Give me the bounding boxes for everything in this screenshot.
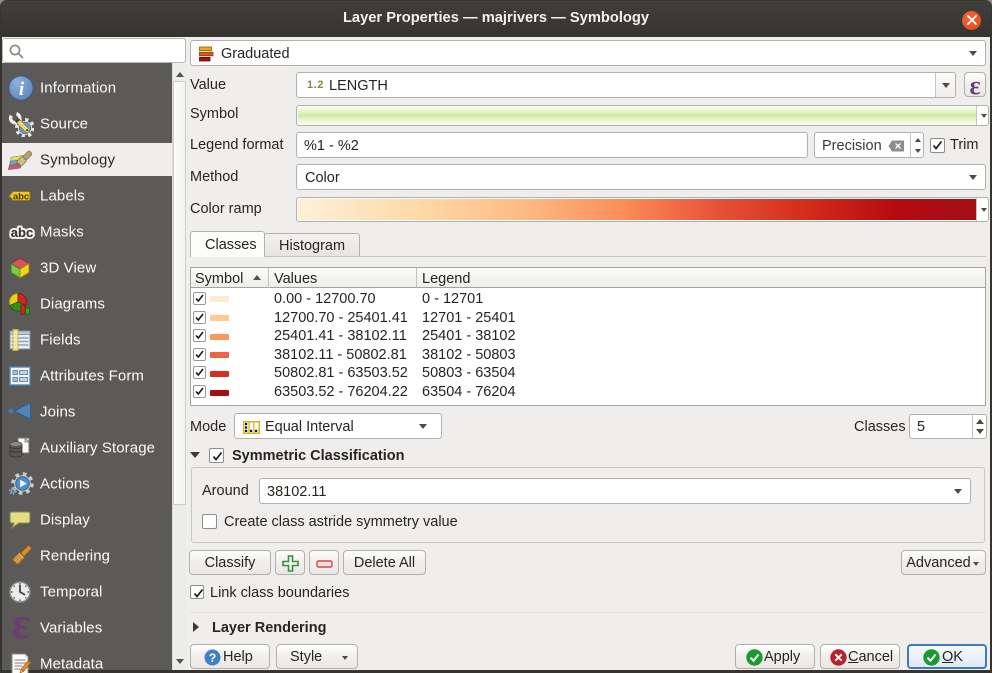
- svg-text:abc: abc: [11, 225, 33, 240]
- svg-text:abc: abc: [13, 192, 29, 203]
- svg-text:?: ?: [209, 651, 216, 665]
- svg-text:i: i: [19, 79, 25, 100]
- svg-text:ε: ε: [12, 615, 31, 641]
